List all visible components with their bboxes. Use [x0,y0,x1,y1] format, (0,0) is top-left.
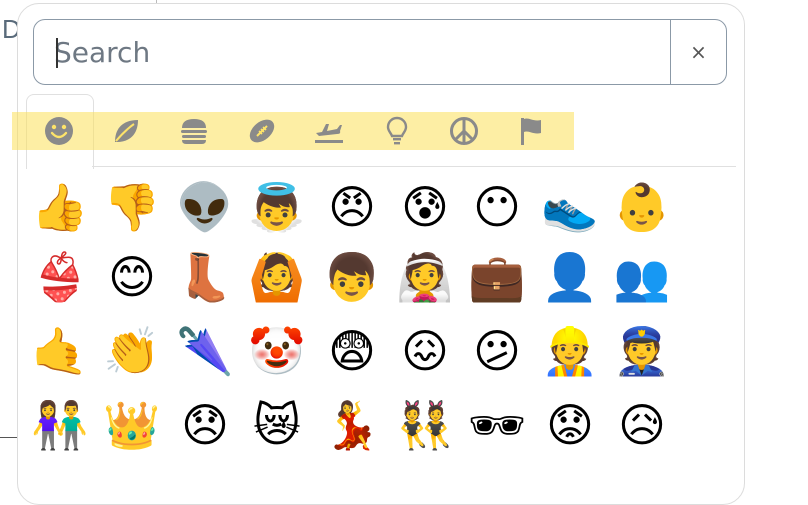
emoji-button[interactable]: 😕 [465,319,529,383]
emoji-button[interactable]: 👏 [100,319,164,383]
emoji-button[interactable]: 🌂 [173,319,237,383]
emoji-button[interactable]: 💃 [320,393,384,457]
emoji-button[interactable]: 👫 [28,393,92,457]
emoji-button[interactable]: 😿 [245,393,309,457]
smiley-face-icon [45,117,73,145]
peace-sign-icon [450,117,478,145]
text-caret [56,38,58,68]
emoji-button[interactable]: 🙆 [245,245,309,309]
emoji-button[interactable]: 👷 [538,319,602,383]
football-icon [249,119,275,143]
burger-icon [181,119,207,144]
emoji-button[interactable]: 🤙 [28,319,92,383]
emoji-button[interactable]: 🕶 [465,393,529,457]
emoji-button[interactable]: 😥 [610,393,674,457]
emoji-button[interactable]: 👯 [393,393,457,457]
category-tab-activity[interactable] [242,114,282,148]
emoji-button[interactable]: 👎 [100,175,164,239]
emoji-button[interactable]: 😰 [393,175,457,239]
category-tab-symbols[interactable] [444,114,484,148]
emoji-button[interactable]: 👑 [100,393,164,457]
emoji-button[interactable]: 🤡 [245,319,309,383]
emoji-button[interactable]: 😖 [393,319,457,383]
emoji-button[interactable]: 👥 [610,245,674,309]
emoji-button[interactable]: 👟 [538,175,602,239]
emoji-button[interactable]: 😊 [100,245,164,309]
emoji-button[interactable]: 👼 [245,175,309,239]
category-tab-smileys[interactable] [39,114,79,148]
clear-search-button[interactable]: × [670,20,726,84]
emoji-button[interactable]: 👍 [28,175,92,239]
emoji-button[interactable]: 👙 [28,245,92,309]
emoji-button[interactable]: 👮 [610,319,674,383]
emoji-button[interactable]: 😟 [538,393,602,457]
emoji-button[interactable]: 👦 [320,245,384,309]
category-highlight-bar [12,112,574,150]
emoji-button[interactable]: 😶 [465,175,529,239]
search-input[interactable] [34,20,670,84]
emoji-button[interactable]: 👽 [173,175,237,239]
category-tab-objects[interactable] [377,114,417,148]
category-tab-nature[interactable] [106,114,146,148]
category-tab-travel[interactable] [309,114,349,148]
emoji-button[interactable]: 👰 [393,245,457,309]
lightbulb-icon [386,116,408,145]
emoji-button[interactable]: 😞 [173,393,237,457]
background-divider [0,437,18,438]
flag-icon [521,118,541,145]
category-tabs-divider [92,166,736,167]
airplane-icon [315,124,343,143]
emoji-button[interactable]: 👢 [173,245,237,309]
emoji-button[interactable]: 😨 [320,319,384,383]
leaf-icon [115,120,138,142]
emoji-button[interactable]: 👶 [610,175,674,239]
emoji-button[interactable]: 💼 [465,245,529,309]
search-box: × [33,19,727,85]
emoji-button[interactable]: 👤 [538,245,602,309]
category-tab-flags[interactable] [511,114,551,148]
emoji-button[interactable]: 😠 [320,175,384,239]
category-tab-food[interactable] [174,114,214,148]
